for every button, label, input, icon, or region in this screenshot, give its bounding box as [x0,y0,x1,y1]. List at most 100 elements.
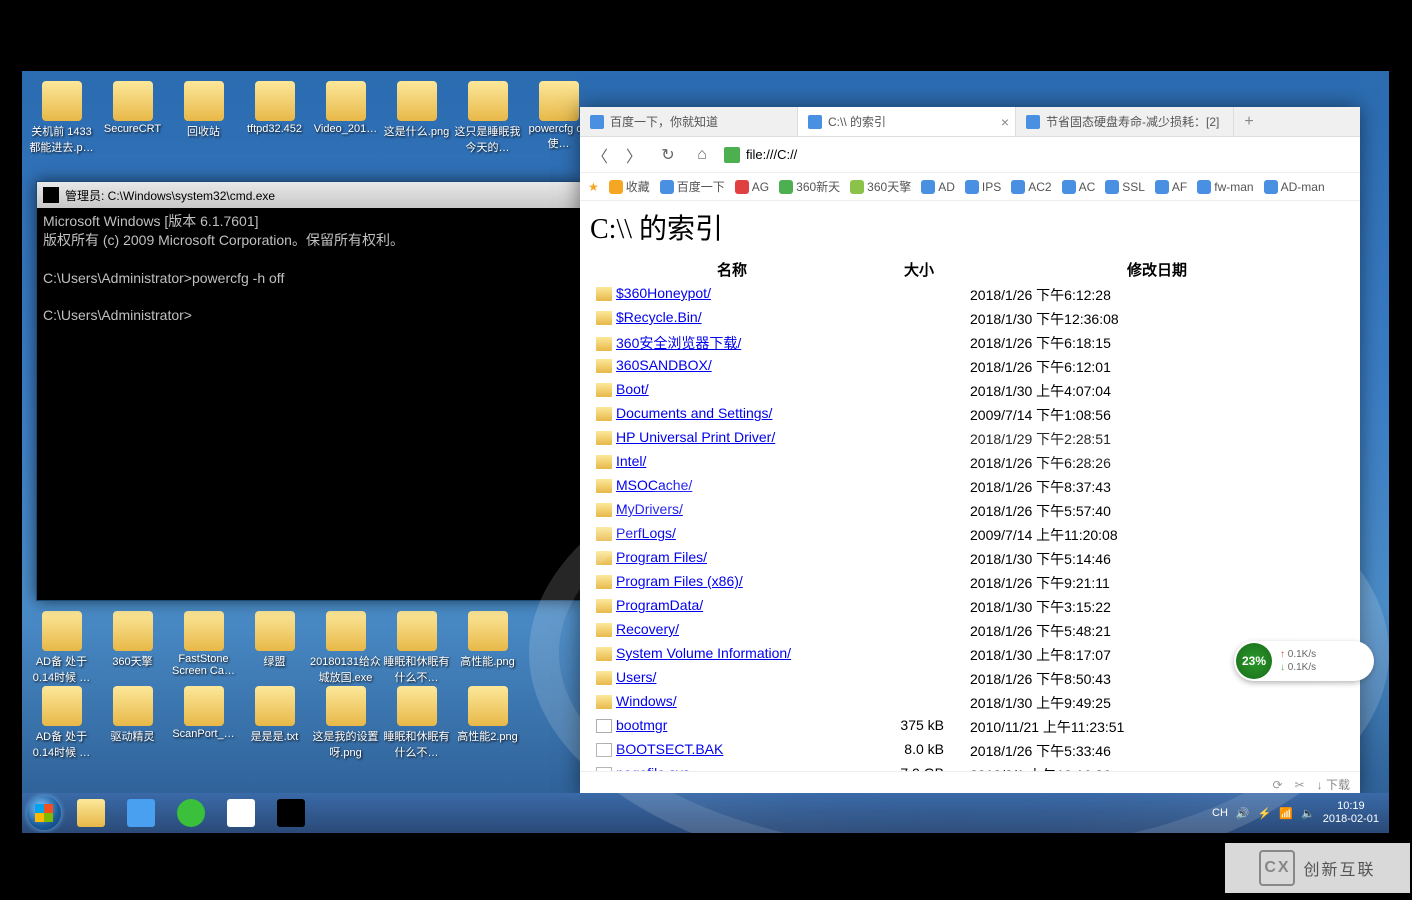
address-bar[interactable]: file:///C:// [724,147,1352,163]
forward-button[interactable]: 〉 [622,143,646,167]
file-link[interactable]: Recovery/ [616,621,679,637]
desktop-icon[interactable]: 360天擎 [97,611,168,686]
folder-icon [596,575,612,589]
file-link[interactable]: 360SANDBOX/ [616,357,712,373]
desktop-icon[interactable]: 回收站 [168,81,239,156]
tray-clock[interactable]: 10:19 2018-02-01 [1323,800,1379,826]
file-link[interactable]: Windows/ [616,693,677,709]
bookmark-favicon-icon [1011,180,1025,194]
browser-tab[interactable]: 百度一下，你就知道 [580,107,798,136]
bookmark-favicon-icon [850,180,864,194]
bookmark-item[interactable]: IPS [965,180,1001,194]
table-row: HP Universal Print Driver/2018/1/29 下午2:… [592,428,1348,450]
file-link[interactable]: bootmgr [616,717,667,733]
home-button[interactable]: ⌂ [690,143,714,167]
bookmark-item[interactable]: AC [1062,180,1096,194]
bookmark-item[interactable]: AG [735,180,769,194]
cmd-window[interactable]: 管理员: C:\Windows\system32\cmd.exe Microso… [36,181,582,601]
desktop-icon[interactable]: 这是什么.png [381,81,452,156]
tray-network-icon[interactable]: 📶 [1279,807,1293,820]
file-link[interactable]: $360Honeypot/ [616,285,711,301]
browser-tab[interactable]: 节省固态硬盘寿命-减少损耗：[2] [1016,107,1234,136]
new-tab-button[interactable]: + [1234,107,1264,136]
file-link[interactable]: Intel/ [616,453,646,469]
bookmark-favicon-icon [1264,180,1278,194]
start-button[interactable] [22,793,66,833]
status-icon[interactable]: ⟳ [1273,778,1283,792]
taskbar-explorer[interactable] [66,794,116,832]
file-link[interactable]: HP Universal Print Driver/ [616,429,775,445]
tray-volume-icon[interactable]: 🔈 [1301,807,1315,820]
reload-button[interactable]: ↻ [656,143,680,167]
taskbar-ie[interactable] [166,794,216,832]
file-icon [596,719,612,733]
taskbar-app-1[interactable] [116,794,166,832]
bookmark-favicon-icon [1105,180,1119,194]
desktop-icon[interactable]: 绿盟 [239,611,310,686]
file-link[interactable]: MSOCache/ [616,477,692,493]
table-row: MyDrivers/2018/1/26 下午5:57:40 [592,500,1348,522]
file-link[interactable]: Users/ [616,669,656,685]
desktop-icon[interactable]: AD备 处于0.14时候 … [26,686,97,761]
desktop-icon[interactable]: 高性能2.png [452,686,523,761]
table-row: $360Honeypot/2018/1/26 下午6:12:28 [592,284,1348,306]
bookmark-item[interactable]: SSL [1105,180,1145,194]
bookmark-favicon-icon [609,180,623,194]
file-link[interactable]: $Recycle.Bin/ [616,309,702,325]
tray-lang[interactable]: CH [1212,807,1228,819]
desktop-icon[interactable]: FastStone Screen Ca… [168,611,239,686]
back-button[interactable]: 〈 [588,143,612,167]
file-link[interactable]: PerfLogs/ [616,525,676,541]
desktop-icon[interactable]: 睡眠和休眠有什么不… [381,686,452,761]
bookmark-item[interactable]: AD-man [1264,180,1325,194]
file-link[interactable]: Boot/ [616,381,649,397]
bookmark-item[interactable]: 收藏 [609,178,650,195]
desktop-icon[interactable]: 关机前 1433都能进去.p… [26,81,97,156]
desktop-icon[interactable]: 驱动精灵 [97,686,168,761]
download-icon[interactable]: ↓ 下载 [1317,776,1350,793]
bookmark-item[interactable]: 360新天 [779,178,840,195]
file-size: 8.0 kB [874,740,964,762]
bookmark-item[interactable]: 360天擎 [850,178,911,195]
desktop-icon[interactable]: SecureCRT [97,81,168,156]
tray-icon-2[interactable]: ⚡ [1258,807,1272,820]
file-link[interactable]: pagefile.sys [616,765,690,771]
file-link[interactable]: 360安全浏览器下载/ [616,335,741,351]
cmd-titlebar[interactable]: 管理员: C:\Windows\system32\cmd.exe [37,182,581,208]
bookmark-item[interactable]: AF [1155,180,1187,194]
file-link[interactable]: Program Files (x86)/ [616,573,743,589]
desktop-icon[interactable]: 这是我的设置呀.png [310,686,381,761]
desktop-icon[interactable]: ScanPort_… [168,686,239,761]
desktop-icon[interactable]: 是是是.txt [239,686,310,761]
scissors-icon[interactable]: ✂ [1295,778,1305,792]
desktop-icon[interactable]: 这只是睡眠我今天的… [452,81,523,156]
file-link[interactable]: ProgramData/ [616,597,703,613]
taskbar-cmd[interactable] [266,794,316,832]
file-link[interactable]: MyDrivers/ [616,501,683,517]
desktop-icon[interactable]: AD备 处于0.14时候 … [26,611,97,686]
file-link[interactable]: Program Files/ [616,549,707,565]
desktop-icon[interactable]: Video_201… [310,81,381,156]
file-link[interactable]: System Volume Information/ [616,645,791,661]
table-row: Windows/2018/1/30 上午9:49:25 [592,692,1348,714]
file-date: 2018/1/26 下午6:12:28 [966,284,1348,306]
desktop-icon[interactable]: tftpd32.452 [239,81,310,156]
network-widget[interactable]: 23% ↑ 0.1K/s ↓ 0.1K/s [1234,641,1374,681]
bookmark-favicon-icon [965,180,979,194]
tray-icon-1[interactable]: 🔊 [1236,807,1250,820]
taskbar-paint[interactable] [216,794,266,832]
file-link[interactable]: Documents and Settings/ [616,405,772,421]
file-link[interactable]: BOOTSECT.BAK [616,741,723,757]
bookmark-item[interactable]: 百度一下 [660,178,725,195]
file-size [874,620,964,642]
desktop-icon[interactable]: 20180131给众城放国.exe [310,611,381,686]
bookmark-item[interactable]: AC2 [1011,180,1051,194]
desktop-icon[interactable]: 高性能.png [452,611,523,686]
close-icon[interactable]: × [1001,114,1009,130]
cmd-output[interactable]: Microsoft Windows [版本 6.1.7601] 版权所有 (c)… [37,208,581,329]
browser-tab[interactable]: C:\\ 的索引× [798,107,1016,136]
table-row: pagefile.sys7.9 GB2018/2/1 上午10:16:26 [592,764,1348,771]
bookmark-item[interactable]: AD [921,180,955,194]
desktop-icon[interactable]: 睡眠和休眠有什么不… [381,611,452,686]
bookmark-item[interactable]: fw-man [1197,180,1253,194]
